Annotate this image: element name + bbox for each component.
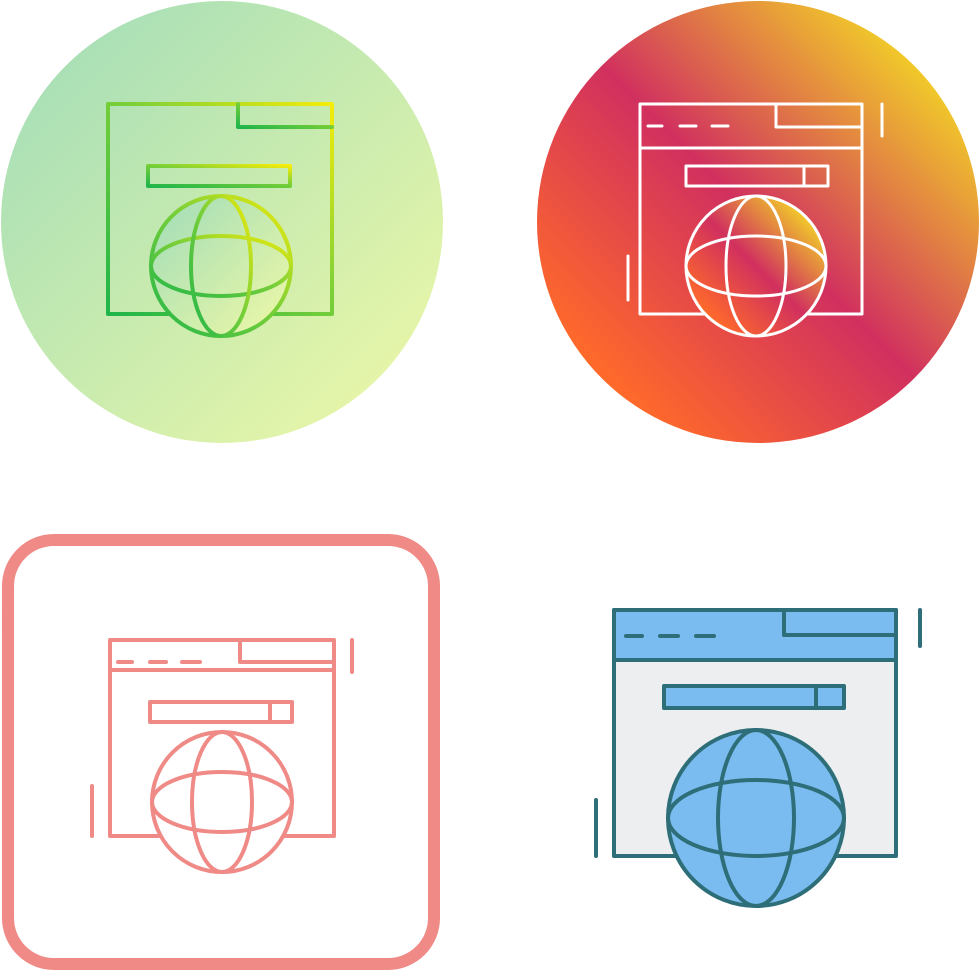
browser-globe-icon (594, 608, 922, 908)
browser-globe-icon (2, 534, 440, 970)
globe (684, 194, 828, 338)
globe (150, 730, 294, 874)
icon-tile-filled (490, 490, 980, 980)
browser-globe-icon (537, 1, 979, 443)
globe (149, 194, 293, 338)
browser-globe-icon (1, 1, 443, 443)
icon-tile-rounded-square (0, 490, 490, 980)
globe (666, 728, 846, 908)
icon-tile-gradient-circle-green (0, 0, 490, 490)
icon-tile-gradient-circle-warm (490, 0, 980, 490)
